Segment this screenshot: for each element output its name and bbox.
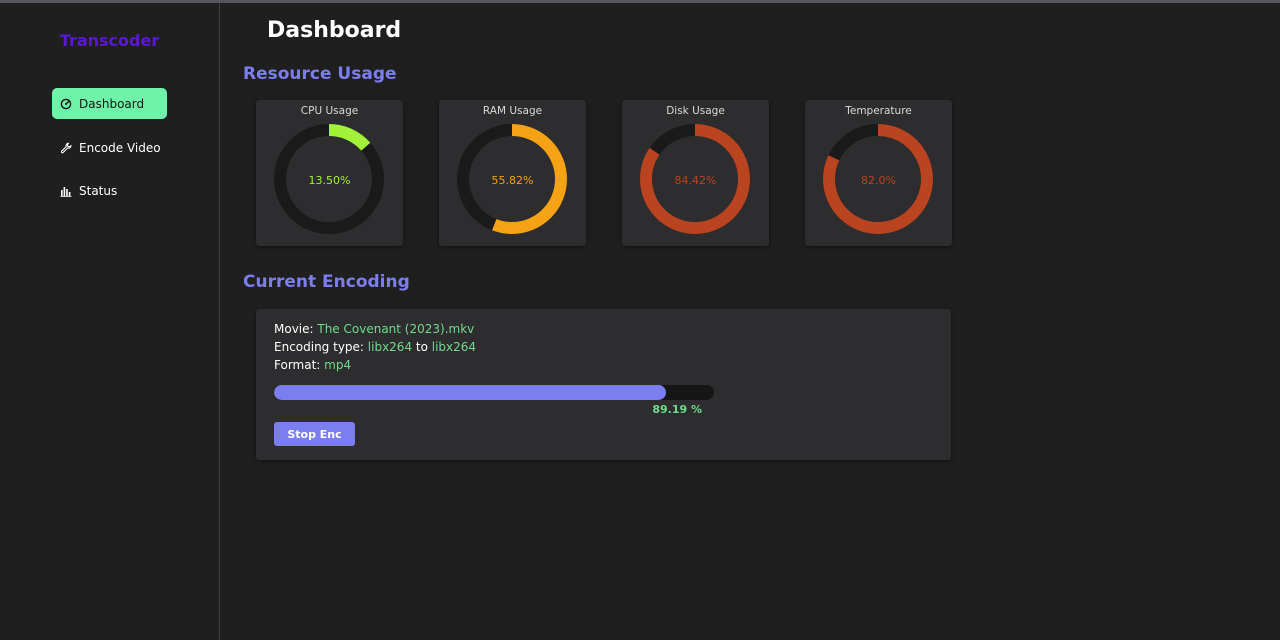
wrench-icon	[60, 142, 72, 154]
gauge-value: 55.82%	[491, 174, 534, 187]
current-encoding-heading: Current Encoding	[243, 272, 410, 292]
gauge-label: Disk Usage	[666, 105, 725, 117]
encoding-source-codec: libx264	[367, 340, 413, 354]
bar-chart-icon	[60, 185, 72, 197]
format-value: mp4	[324, 358, 352, 372]
encoding-target-codec: libx264	[431, 340, 477, 354]
gauge-value: 82.0%	[861, 174, 896, 187]
movie-row: Movie: The Covenant (2023).mkv	[274, 322, 474, 336]
ram-usage-card: RAM Usage 55.82%	[439, 100, 586, 246]
sidebar-item-status[interactable]: Status	[52, 175, 167, 206]
movie-value: The Covenant (2023).mkv	[317, 322, 475, 336]
disk-usage-card: Disk Usage 84.42%	[622, 100, 769, 246]
sidebar-item-label: Status	[79, 183, 118, 198]
encoding-to-word: to	[412, 340, 432, 354]
cpu-usage-card: CPU Usage 13.50%	[256, 100, 403, 246]
sidebar-item-label: Dashboard	[79, 96, 145, 111]
brand-logo[interactable]: Transcoder	[0, 31, 219, 50]
sidebar-item-label: Encode Video	[79, 140, 161, 155]
page-title: Dashboard	[267, 18, 402, 43]
encoding-type-row: Encoding type: libx264 to libx264	[274, 340, 476, 354]
sidebar-item-dashboard[interactable]: Dashboard	[52, 88, 167, 119]
temperature-card: Temperature 82.0%	[805, 100, 952, 246]
format-label: Format:	[274, 358, 325, 372]
gauge-icon	[60, 98, 72, 110]
sidebar-divider	[219, 3, 220, 640]
sidebar: Transcoder Dashboard Encode Video Status	[0, 3, 219, 640]
encoding-progress-bar	[274, 385, 714, 400]
gauge-label: RAM Usage	[482, 105, 543, 117]
encoding-progress-fill	[274, 385, 667, 400]
gauge-label: Temperature	[845, 105, 912, 117]
current-encoding-card: Movie: The Covenant (2023).mkv Encoding …	[256, 309, 951, 460]
encoding-progress-text: 89.19 %	[652, 403, 702, 416]
gauge-value: 84.42%	[674, 174, 717, 187]
sidebar-item-encode-video[interactable]: Encode Video	[52, 132, 167, 163]
gauge-label: CPU Usage	[300, 105, 359, 117]
encoding-type-label: Encoding type:	[274, 340, 368, 354]
resource-usage-heading: Resource Usage	[243, 64, 397, 84]
stop-encoding-button[interactable]: Stop Enc	[274, 422, 355, 446]
gauge-value: 13.50%	[308, 174, 351, 187]
movie-label: Movie:	[274, 322, 318, 336]
format-row: Format: mp4	[274, 358, 351, 372]
